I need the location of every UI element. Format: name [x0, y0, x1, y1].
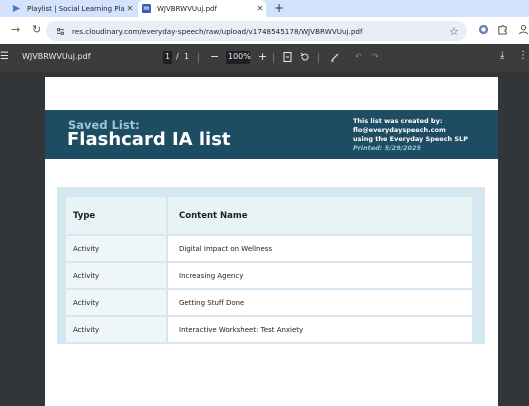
- bookmark-star-icon[interactable]: ☆: [449, 25, 459, 38]
- printed-date: Printed: 5/29/2025: [353, 144, 422, 152]
- pdf-file-icon: [142, 4, 151, 13]
- cell-content-name: Digital Impact on Wellness: [166, 236, 472, 261]
- undo-icon[interactable]: ↶: [355, 52, 362, 61]
- column-header-content-name: Content Name: [166, 197, 472, 234]
- creator-email: flo@everydayspeech.com: [353, 126, 446, 134]
- extensions-puzzle-icon[interactable]: [497, 24, 508, 38]
- close-tab-icon[interactable]: ✕: [124, 4, 136, 13]
- rotate-icon[interactable]: [300, 52, 310, 64]
- column-header-type: Type: [66, 197, 166, 234]
- tab-title: Playlist | Social Learning Platfor: [27, 4, 124, 13]
- annotate-pen-icon[interactable]: [330, 52, 340, 64]
- pdf-page: Saved List: Flashcard IA list This list …: [45, 77, 498, 406]
- close-tab-icon[interactable]: ✕: [254, 4, 266, 13]
- more-options-icon[interactable]: ⋮: [518, 50, 528, 61]
- cell-type: Activity: [66, 236, 166, 261]
- creator-role: using the Everyday Speech SLP: [353, 135, 469, 143]
- table-row: Activity Interactive Worksheet: Test Anx…: [66, 317, 472, 342]
- browser-toolbar: → ↻ res.cloudinary.com/everyday-speech/r…: [0, 17, 529, 44]
- play-icon: [12, 4, 21, 13]
- zoom-level: 100%: [228, 52, 251, 61]
- menu-icon[interactable]: ☰: [0, 51, 9, 62]
- reload-icon[interactable]: ↻: [32, 23, 41, 36]
- download-icon[interactable]: ⤓: [500, 50, 504, 61]
- address-bar[interactable]: res.cloudinary.com/everyday-speech/raw/u…: [46, 21, 467, 41]
- content-table: Type Content Name Activity Digital Impac…: [66, 195, 472, 344]
- total-pages: 1: [184, 52, 190, 61]
- list-title: Flashcard IA list: [67, 129, 231, 150]
- table-row: Activity Digital Impact on Wellness: [66, 236, 472, 261]
- content-table-panel: Type Content Name Activity Digital Impac…: [57, 187, 485, 344]
- fit-page-icon[interactable]: [283, 52, 292, 64]
- zoom-in-icon[interactable]: +: [258, 50, 267, 63]
- saved-list-banner: Saved List: Flashcard IA list This list …: [45, 110, 498, 159]
- divider: [273, 53, 274, 63]
- tab-title: WJVBRWVUuj.pdf: [157, 4, 217, 13]
- redo-icon[interactable]: ↷: [372, 52, 379, 61]
- site-info-icon[interactable]: [56, 27, 65, 36]
- cell-type: Activity: [66, 290, 166, 315]
- table-header-row: Type Content Name: [66, 197, 472, 234]
- cell-content-name: Interactive Worksheet: Test Anxiety: [166, 317, 472, 342]
- cell-content-name: Increasing Agency: [166, 263, 472, 288]
- divider: [198, 53, 199, 63]
- cell-type: Activity: [66, 317, 166, 342]
- url-text: res.cloudinary.com/everyday-speech/raw/u…: [72, 26, 363, 36]
- back-arrow-icon[interactable]: →: [11, 23, 20, 36]
- pdf-toolbar: ☰ WJVBRWVUuj.pdf 1 / 1 − 100% + ↶ ↷ ⤓ ⋮: [0, 44, 529, 72]
- table-row: Activity Getting Stuff Done: [66, 290, 472, 315]
- new-tab-icon[interactable]: +: [274, 1, 284, 15]
- creator-info: This list was created by: flo@everydaysp…: [353, 117, 468, 153]
- created-by-label: This list was created by:: [353, 117, 443, 125]
- page-separator: /: [176, 52, 179, 61]
- zoom-out-icon[interactable]: −: [210, 50, 219, 63]
- profile-icon[interactable]: [518, 24, 529, 38]
- table-row: Activity Increasing Agency: [66, 263, 472, 288]
- pdf-filename: WJVBRWVUuj.pdf: [22, 52, 91, 61]
- divider: [318, 53, 319, 63]
- cell-type: Activity: [66, 263, 166, 288]
- tab-playlist[interactable]: Playlist | Social Learning Platfor ✕: [8, 0, 136, 17]
- current-page: 1: [165, 52, 171, 61]
- cell-content-name: Getting Stuff Done: [166, 290, 472, 315]
- tab-pdf[interactable]: WJVBRWVUuj.pdf ✕: [138, 0, 266, 17]
- extension-icon[interactable]: [478, 24, 489, 38]
- tab-strip: Playlist | Social Learning Platfor ✕ WJV…: [0, 0, 529, 17]
